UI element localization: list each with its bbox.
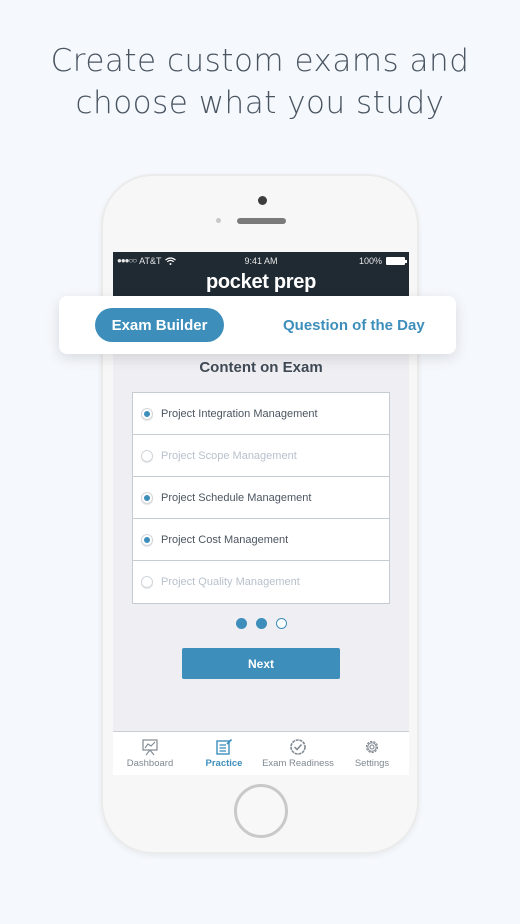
practice-icon xyxy=(216,738,233,755)
exam-readiness-icon xyxy=(290,739,306,755)
tab-exam-builder[interactable]: Exam Builder xyxy=(95,308,224,342)
content-list: Project Integration Management Project S… xyxy=(132,392,390,604)
content-title: Content on Exam xyxy=(199,359,323,376)
list-item-label: Project Schedule Management xyxy=(161,491,312,504)
app-logo: pocket prep xyxy=(205,271,317,293)
radio-selected-icon[interactable] xyxy=(141,407,153,420)
list-item-label: Project Cost Management xyxy=(161,533,289,546)
headline: Create custom exams and choose what you … xyxy=(0,40,520,124)
tab-dashboard[interactable]: Dashboard xyxy=(113,732,187,775)
tab-label: Settings xyxy=(354,758,390,769)
list-item[interactable]: Project Quality Management xyxy=(133,561,389,603)
bottom-tab-bar: Dashboard Practice Exam Readiness Settin… xyxy=(113,731,409,775)
tab-exam-readiness[interactable]: Exam Readiness xyxy=(261,732,335,775)
status-bar: ●●●○○ AT&T 9:41 AM 100% xyxy=(113,252,409,269)
page-dot-filled xyxy=(235,618,247,629)
list-item-label: Project Scope Management xyxy=(161,449,297,462)
tab-practice[interactable]: Practice xyxy=(187,732,261,775)
proximity-sensor-icon xyxy=(216,218,221,223)
radio-unselected-icon[interactable] xyxy=(141,449,153,462)
list-item[interactable]: Project Scope Management xyxy=(133,435,389,477)
gear-icon xyxy=(365,740,379,754)
list-item[interactable]: Project Schedule Management xyxy=(133,477,389,519)
headline-line-2: choose what you study xyxy=(75,85,445,121)
tab-label: Dashboard xyxy=(126,758,174,769)
next-button[interactable]: Next xyxy=(182,648,340,679)
list-item[interactable]: Project Integration Management xyxy=(133,393,389,435)
earpiece-speaker-icon xyxy=(237,218,286,224)
list-item-label: Project Quality Management xyxy=(161,576,300,588)
dashboard-icon xyxy=(142,739,158,756)
home-button[interactable] xyxy=(234,784,288,838)
page-dot-filled xyxy=(255,618,267,629)
list-item[interactable]: Project Cost Management xyxy=(133,519,389,561)
app-header: ●●●○○ AT&T 9:41 AM 100% pocket prep xyxy=(113,252,409,298)
tab-label: Practice xyxy=(205,758,243,769)
front-camera-icon xyxy=(258,196,267,205)
tab-question-of-the-day[interactable]: Question of the Day xyxy=(283,317,425,334)
segmented-tabs: Exam Builder Question of the Day xyxy=(59,296,456,354)
headline-line-1: Create custom exams and xyxy=(50,43,470,79)
battery-icon xyxy=(386,256,407,265)
status-time: 9:41 AM xyxy=(244,255,278,266)
tab-settings[interactable]: Settings xyxy=(335,732,409,775)
radio-unselected-icon[interactable] xyxy=(141,576,153,588)
page-indicator xyxy=(113,618,409,629)
radio-selected-icon[interactable] xyxy=(141,533,153,546)
list-item-label: Project Integration Management xyxy=(161,407,318,420)
page-dot-empty xyxy=(275,618,287,629)
tab-label: Exam Readiness xyxy=(262,758,334,769)
radio-selected-icon[interactable] xyxy=(141,491,153,504)
